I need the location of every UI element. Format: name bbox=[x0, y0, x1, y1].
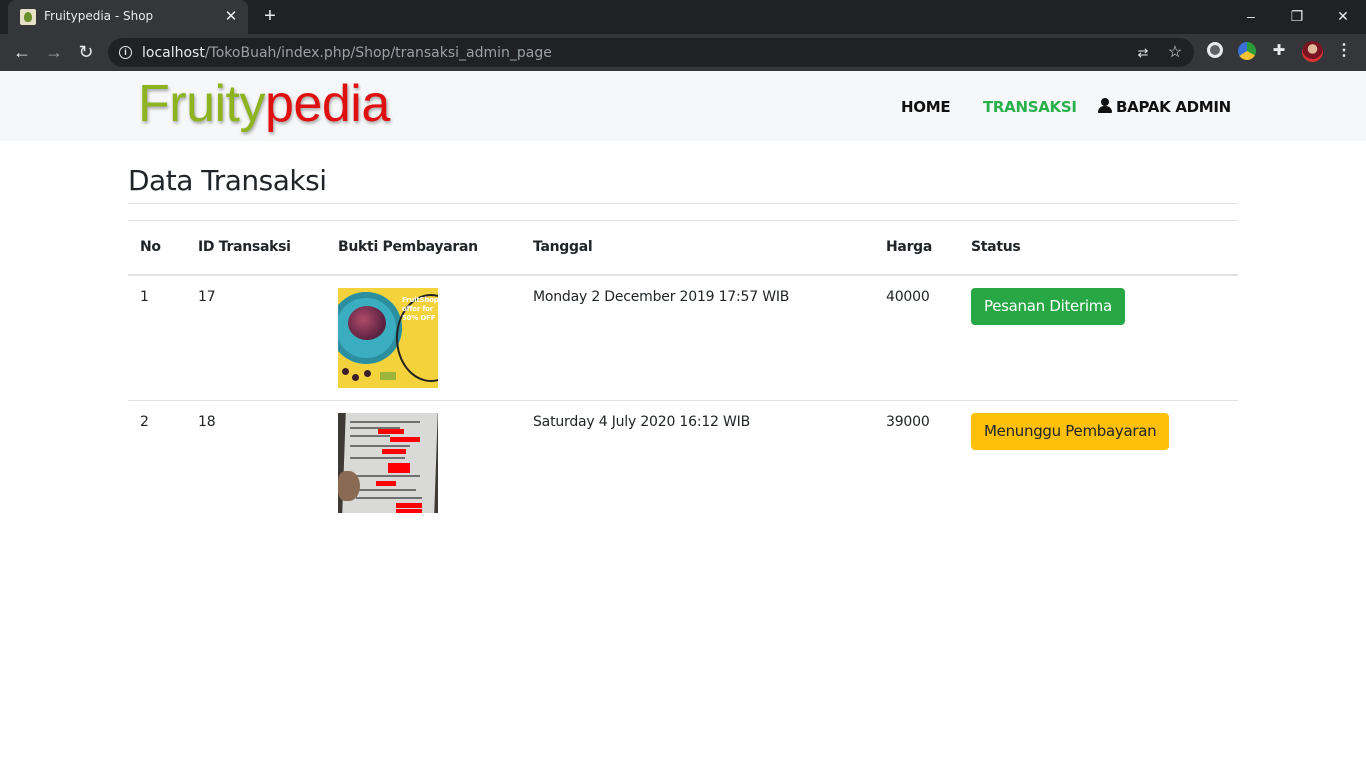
status-button-diterima[interactable]: Pesanan Diterima bbox=[971, 287, 1125, 325]
payment-proof-image[interactable] bbox=[338, 412, 438, 513]
cell-bukti: FruitShop offer for 50% OFF bbox=[326, 275, 521, 401]
translate-icon[interactable]: ⇄ bbox=[1134, 44, 1152, 62]
address-bar[interactable]: i localhost/TokoBuah/index.php/Shop/tran… bbox=[108, 38, 1194, 67]
cell-bukti bbox=[326, 399, 521, 525]
col-header-harga: Harga bbox=[874, 220, 959, 276]
cell-tanggal: Saturday 4 July 2020 16:12 WIB bbox=[521, 399, 874, 525]
browser-tab-strip: Fruitypedia - Shop ✕ + – ❐ ✕ bbox=[0, 0, 1366, 34]
new-tab-icon[interactable]: + bbox=[260, 6, 280, 26]
url-path: /TokoBuah/index.php/Shop/transaksi_admin… bbox=[204, 45, 552, 61]
nav-transaksi[interactable]: TRANSAKSI bbox=[983, 98, 1077, 116]
status-button-menunggu[interactable]: Menunggu Pembayaran bbox=[971, 412, 1170, 450]
col-header-bukti: Bukti Pembayaran bbox=[326, 220, 521, 276]
nav-home[interactable]: HOME bbox=[901, 98, 951, 116]
profile-avatar[interactable] bbox=[1302, 41, 1323, 62]
page-title: Data Transaksi bbox=[128, 164, 327, 197]
close-window-icon[interactable]: ✕ bbox=[1332, 6, 1354, 26]
restore-icon[interactable]: ❐ bbox=[1286, 6, 1308, 26]
table-row: 2 18 Saturday 4 July 2020 16:12 WIB 3900… bbox=[128, 399, 1238, 525]
divider bbox=[128, 203, 1238, 204]
browser-menu-icon[interactable]: ⋮ bbox=[1336, 42, 1352, 60]
cell-tanggal: Monday 2 December 2019 17:57 WIB bbox=[533, 288, 790, 305]
cell-status: Menunggu Pembayaran bbox=[959, 399, 1238, 525]
cell-no: 1 bbox=[140, 288, 149, 305]
site-logo[interactable]: Fruitypedia bbox=[138, 74, 390, 134]
col-header-id: ID Transaksi bbox=[186, 220, 326, 276]
site-info-icon[interactable]: i bbox=[119, 46, 132, 59]
user-icon bbox=[1098, 98, 1112, 113]
site-navbar: Fruitypedia HOME TRANSAKSI BAPAK ADMIN bbox=[0, 71, 1366, 141]
nav-user-menu[interactable]: BAPAK ADMIN bbox=[1098, 98, 1231, 116]
extension-colorful-icon[interactable] bbox=[1238, 42, 1256, 60]
url-host: localhost bbox=[142, 45, 205, 61]
cell-harga: 39000 bbox=[874, 399, 959, 525]
tab-title: Fruitypedia - Shop bbox=[44, 9, 154, 23]
browser-toolbar: ← → ↻ i localhost/TokoBuah/index.php/Sho… bbox=[0, 34, 1366, 71]
payment-proof-image[interactable]: FruitShop offer for 50% OFF bbox=[338, 287, 438, 388]
extension-record-icon[interactable] bbox=[1207, 42, 1223, 58]
transactions-table: No ID Transaksi Bukti Pembayaran Tanggal… bbox=[128, 220, 1238, 525]
web-page: Fruitypedia HOME TRANSAKSI BAPAK ADMIN D… bbox=[0, 71, 1366, 768]
col-header-status: Status bbox=[959, 220, 1238, 276]
col-header-tanggal: Tanggal bbox=[521, 220, 874, 276]
bookmark-star-icon[interactable]: ☆ bbox=[1166, 44, 1184, 62]
url-text: localhost/TokoBuah/index.php/Shop/transa… bbox=[142, 45, 552, 61]
user-name: BAPAK ADMIN bbox=[1116, 98, 1231, 116]
table-row: 1 17 FruitShop offer for 50% OFF Monday 2 … bbox=[128, 275, 1238, 401]
cell-harga: 40000 bbox=[886, 288, 930, 305]
forward-arrow-icon[interactable]: → bbox=[43, 41, 65, 63]
extensions-puzzle-icon[interactable]: ✚ bbox=[1270, 42, 1288, 60]
col-header-no: No bbox=[128, 220, 186, 276]
reload-icon[interactable]: ↻ bbox=[75, 41, 97, 63]
browser-tab[interactable]: Fruitypedia - Shop ✕ bbox=[8, 0, 248, 34]
cell-id: 17 bbox=[198, 288, 216, 305]
cell-status: Pesanan Diterima bbox=[959, 275, 1238, 401]
back-arrow-icon[interactable]: ← bbox=[11, 41, 33, 63]
table-header-row: No ID Transaksi Bukti Pembayaran Tanggal… bbox=[128, 220, 1238, 276]
minimize-icon[interactable]: – bbox=[1240, 6, 1262, 26]
site-favicon-icon bbox=[20, 9, 36, 25]
close-tab-icon[interactable]: ✕ bbox=[222, 8, 240, 26]
cell-no: 2 bbox=[128, 399, 186, 525]
cell-id: 18 bbox=[186, 399, 326, 525]
